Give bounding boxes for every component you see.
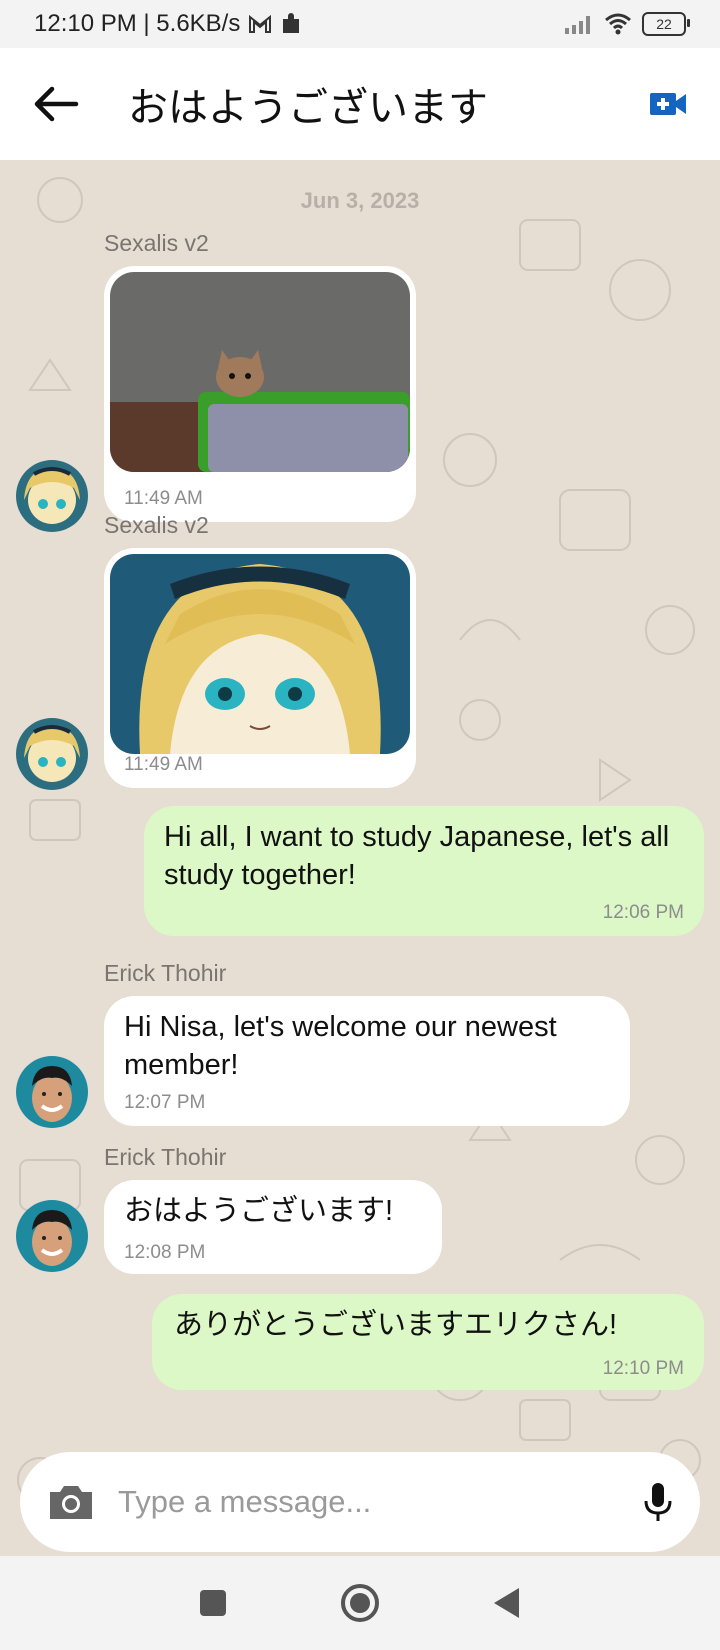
battery-indicator: 22 [642,12,690,36]
cat-photo[interactable] [110,272,410,472]
avatar[interactable] [16,1056,88,1128]
sender-name: Sexalis v2 [104,512,209,538]
video-call-icon[interactable] [648,90,688,118]
incoming-message[interactable]: Hi Nisa, let's welcome our newest member… [104,996,630,1126]
message-time: 12:06 PM [602,902,684,923]
anime-girl-image[interactable] [110,554,410,754]
signal-icon [565,16,590,34]
sender-name: Erick Thohir [104,1144,227,1170]
sender-name: Sexalis v2 [104,230,209,256]
battery-level: 22 [656,16,672,32]
message-time: 12:10 PM [602,1358,684,1379]
image-message[interactable]: 11:49 AM [104,266,416,522]
message-text: Hi all, I want to study Japanese, let's … [164,821,670,891]
message-time: 11:49 AM [124,488,203,509]
microphone-icon[interactable] [642,1481,674,1523]
gmail-icon [249,14,272,33]
message-text: Hi Nisa, let's welcome our newest member… [124,1011,557,1081]
avatar[interactable] [16,1200,88,1272]
message-composer [20,1452,700,1552]
avatar[interactable] [16,718,88,790]
message-time: 11:49 AM [124,754,203,775]
status-bar: 12:10 PM | 5.6KB/s 22 [0,0,720,48]
nav-circle-icon[interactable] [339,1582,381,1624]
wifi-icon [605,13,631,35]
status-time: 12:10 PM | 5.6KB/s [34,10,241,37]
puzzle-icon [283,13,300,33]
message-time: 12:08 PM [124,1242,206,1263]
avatar[interactable] [16,460,88,532]
chat-header: おはようございます [0,48,720,160]
nav-square-icon[interactable] [197,1587,229,1619]
back-arrow-icon[interactable] [32,84,80,124]
date-separator: Jun 3, 2023 [300,188,420,213]
outgoing-message[interactable]: Hi all, I want to study Japanese, let's … [144,806,704,936]
outgoing-message[interactable]: ありがとうございますエリクさん! 12:10 PM [152,1294,704,1390]
chat-title[interactable]: おはようございます [128,75,648,133]
incoming-message[interactable]: おはようございます! 12:08 PM [104,1180,442,1274]
image-message[interactable]: 11:49 AM [104,548,416,788]
sender-name: Erick Thohir [104,960,227,986]
message-time: 12:07 PM [124,1092,206,1113]
message-text: おはようございます! [124,1195,394,1227]
nav-back-triangle-icon[interactable] [491,1586,523,1620]
system-nav-bar [0,1556,720,1650]
chat-area[interactable]: Jun 3, 2023 Sexalis v2 11:49 AM Sexalis … [0,160,720,1556]
message-input[interactable] [116,1483,642,1521]
camera-icon[interactable] [46,1482,96,1522]
message-text: ありがとうございますエリクさん! [174,1309,618,1341]
